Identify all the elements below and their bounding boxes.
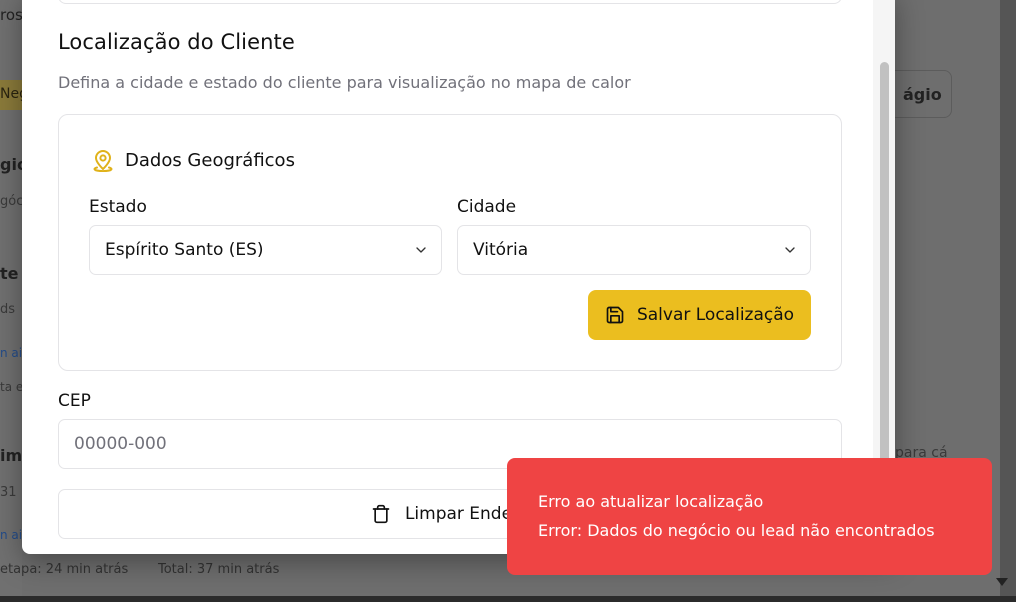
background-text: n ai bbox=[0, 528, 23, 542]
toast-message: Error: Dados do negócio ou lead não enco… bbox=[538, 521, 935, 540]
state-select-value: Espírito Santo (ES) bbox=[105, 240, 264, 260]
city-select-value: Vitória bbox=[473, 240, 529, 260]
save-location-label: Salvar Localização bbox=[636, 305, 795, 325]
trash-icon bbox=[372, 504, 390, 524]
background-scrollbar bbox=[1000, 0, 1016, 602]
geo-card-header: Dados Geográficos bbox=[91, 148, 295, 172]
city-select[interactable]: Vitória bbox=[457, 225, 811, 275]
chevron-down-icon bbox=[401, 225, 441, 275]
background-tag: Neg bbox=[0, 80, 28, 110]
section-title: Localização do Cliente bbox=[58, 30, 295, 54]
background-text: Total: 37 min atrás bbox=[158, 562, 280, 577]
cep-label: CEP bbox=[58, 391, 91, 411]
geo-card-title: Dados Geográficos bbox=[125, 149, 295, 171]
background-text: n ai bbox=[0, 346, 23, 360]
background-text: im bbox=[0, 446, 23, 465]
background-text: te bbox=[0, 264, 19, 283]
scroll-down-arrow-icon[interactable] bbox=[996, 578, 1008, 586]
clear-address-label: Limpar Ender bbox=[404, 504, 520, 524]
map-pin-icon bbox=[93, 150, 113, 172]
city-label: Cidade bbox=[457, 197, 517, 217]
background-text: ds bbox=[0, 302, 16, 317]
toast-title: Erro ao atualizar localização bbox=[538, 492, 764, 511]
geo-card: Dados Geográficos Estado Espírito Santo … bbox=[58, 114, 842, 371]
background-text: 31 bbox=[0, 485, 17, 500]
error-toast[interactable]: Erro ao atualizar localização Error: Dad… bbox=[507, 458, 992, 575]
state-select[interactable]: Espírito Santo (ES) bbox=[89, 225, 442, 275]
previous-field bbox=[58, 0, 842, 4]
background-text: ros bbox=[0, 6, 23, 24]
save-location-button[interactable]: Salvar Localização bbox=[588, 290, 811, 340]
background-text: góc bbox=[0, 194, 24, 209]
background-bottom-bar bbox=[0, 596, 1016, 602]
background-text: etapa: 24 min atrás bbox=[0, 562, 129, 577]
state-label: Estado bbox=[89, 197, 147, 217]
save-icon bbox=[606, 306, 624, 324]
section-description: Defina a cidade e estado do cliente para… bbox=[58, 73, 631, 92]
chevron-down-icon bbox=[770, 225, 810, 275]
